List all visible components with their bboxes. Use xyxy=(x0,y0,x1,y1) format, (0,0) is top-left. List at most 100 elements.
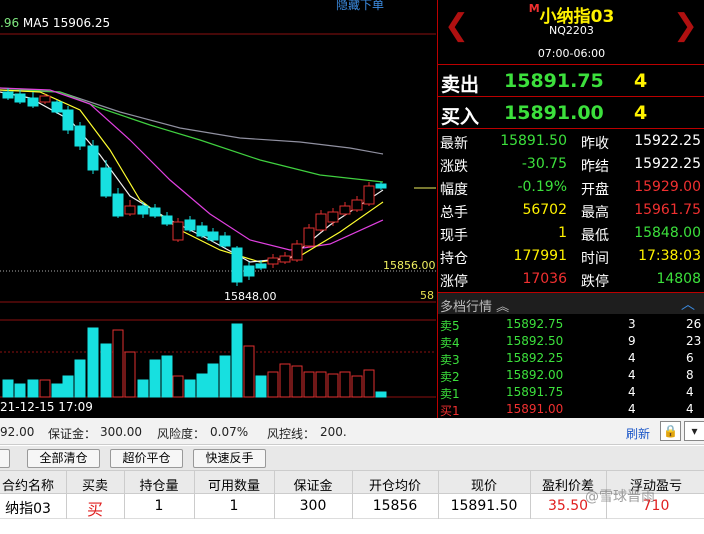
volume-bar xyxy=(303,371,315,398)
stat-value: 1 xyxy=(558,225,567,241)
column-divider xyxy=(194,470,195,519)
quote-row: 幅度 -0.19% 开盘 15929.00 xyxy=(438,176,704,199)
market-close-button[interactable]: 超价平仓 xyxy=(110,449,183,468)
col-margin[interactable]: 保证金 xyxy=(274,475,352,494)
candle xyxy=(279,255,291,263)
stat-value: 15891.50 xyxy=(500,133,567,149)
column-divider xyxy=(66,470,67,519)
expand-icon[interactable]: ▾ xyxy=(684,421,704,441)
quote-row: 涨停 17036 跌停 14808 xyxy=(438,268,704,291)
stat-label: 开盘 xyxy=(581,182,609,198)
volume-bar xyxy=(124,351,136,398)
volume-bar xyxy=(375,391,387,398)
depth-price: 15892.50 xyxy=(506,334,564,348)
candle xyxy=(100,167,112,197)
hide-order-link[interactable]: 隐藏下单 xyxy=(336,0,384,13)
volume-bar xyxy=(172,375,184,398)
column-divider xyxy=(438,470,439,519)
volume-bar xyxy=(112,329,124,398)
ma5-label: MA5 15906.25 xyxy=(22,16,111,30)
depth-total: 8 xyxy=(686,368,694,382)
volume-bar xyxy=(51,383,63,398)
risk-label: 风险度： xyxy=(157,427,206,441)
depth-total: 4 xyxy=(686,385,694,399)
candle xyxy=(172,221,184,241)
col-open-avg[interactable]: 开仓均价 xyxy=(352,475,438,494)
stat-label: 现手 xyxy=(440,228,468,244)
quick-reverse-button[interactable]: 快速反手 xyxy=(193,449,266,468)
depth-total: 4 xyxy=(686,402,694,416)
candlestick-chart[interactable] xyxy=(0,0,436,418)
candle xyxy=(231,247,243,283)
stat-value: 15961.75 xyxy=(634,202,701,218)
expand-depth-icon[interactable]: ︽ xyxy=(496,300,509,315)
candle xyxy=(124,205,136,215)
depth-row[interactable]: 卖2 15892.00 4 8 xyxy=(438,367,704,384)
column-divider xyxy=(124,470,125,519)
candle xyxy=(39,95,51,103)
col-side[interactable]: 买卖 xyxy=(66,475,124,494)
candle xyxy=(196,225,208,237)
col-available[interactable]: 可用数量 xyxy=(194,475,274,494)
stat-label: 最高 xyxy=(581,205,609,221)
volume-bar xyxy=(2,379,14,398)
kline-chart-panel[interactable]: .96 MA5 15906.25 隐藏下单 15848.00 15856.00 … xyxy=(0,0,436,418)
stat-value: 15922.25 xyxy=(634,156,701,172)
depth-volume: 4 xyxy=(628,351,636,365)
stat-label: 最低 xyxy=(581,228,609,244)
refresh-link[interactable]: 刷新 xyxy=(626,425,650,442)
collapse-icon[interactable]: ︿ xyxy=(681,294,695,314)
depth-row[interactable]: 卖5 15892.75 3 26 xyxy=(438,316,704,333)
trading-session: 07:00-06:00 xyxy=(537,47,606,60)
depth-row[interactable]: 买1 15891.00 4 4 xyxy=(438,401,704,418)
volume-bar xyxy=(231,323,243,398)
stat-value: 17036 xyxy=(522,271,567,287)
col-position[interactable]: 持仓量 xyxy=(124,475,194,494)
candle xyxy=(303,227,315,247)
margin-label: 保证金： xyxy=(48,427,97,441)
ask-row[interactable]: 卖出 15891.75 4 xyxy=(438,64,704,96)
lock-icon[interactable]: 🔒 xyxy=(660,421,681,441)
col-contract[interactable]: 合约名称 xyxy=(0,475,66,494)
volume-scale-label: 58 xyxy=(420,289,434,302)
candle xyxy=(51,101,63,113)
stat-label: 持仓 xyxy=(440,251,468,267)
contract-code: NQ2203 xyxy=(549,24,594,37)
stat-value: 17:38:03 xyxy=(638,248,701,264)
column-divider xyxy=(274,470,275,519)
col-last[interactable]: 现价 xyxy=(438,475,530,494)
volume-bar xyxy=(315,371,327,398)
volume-bar xyxy=(207,363,219,398)
candle xyxy=(291,243,303,261)
bid-row[interactable]: 买入 15891.00 4 xyxy=(438,96,704,128)
partial-button[interactable] xyxy=(0,449,10,468)
depth-volume: 4 xyxy=(628,402,636,416)
volume-bar xyxy=(267,371,279,398)
stat-label: 时间 xyxy=(581,251,609,267)
volume-bar xyxy=(137,379,149,398)
depth-row[interactable]: 卖1 15891.75 4 4 xyxy=(438,384,704,401)
volume-bar xyxy=(243,345,255,398)
depth-title: 多档行情 ︽ xyxy=(440,300,510,315)
ma-line xyxy=(0,91,384,263)
depth-header[interactable]: 多档行情 ︽ ︿ xyxy=(438,292,704,315)
volume-bar xyxy=(149,359,161,398)
stat-label: 跌停 xyxy=(581,274,609,290)
depth-price: 15892.00 xyxy=(506,368,564,382)
control-value: 200. xyxy=(320,425,347,439)
volume-bar xyxy=(291,365,303,398)
watermark: @雪球晋雨 xyxy=(585,489,655,505)
volume-bar xyxy=(27,379,39,398)
candle xyxy=(62,109,74,131)
depth-volume: 4 xyxy=(628,385,636,399)
stat-label: 涨跌 xyxy=(440,159,468,175)
stat-label: 幅度 xyxy=(440,182,468,198)
depth-row[interactable]: 卖3 15892.25 4 6 xyxy=(438,350,704,367)
column-divider xyxy=(352,470,353,519)
control-label: 风控线： xyxy=(267,427,316,441)
bid-price: 15891.00 xyxy=(504,102,604,124)
close-all-button[interactable]: 全部清仓 xyxy=(27,449,100,468)
ma-legend: .96 MA5 15906.25 xyxy=(0,16,110,30)
stat-value: 56702 xyxy=(522,202,567,218)
depth-row[interactable]: 卖4 15892.50 9 23 xyxy=(438,333,704,350)
